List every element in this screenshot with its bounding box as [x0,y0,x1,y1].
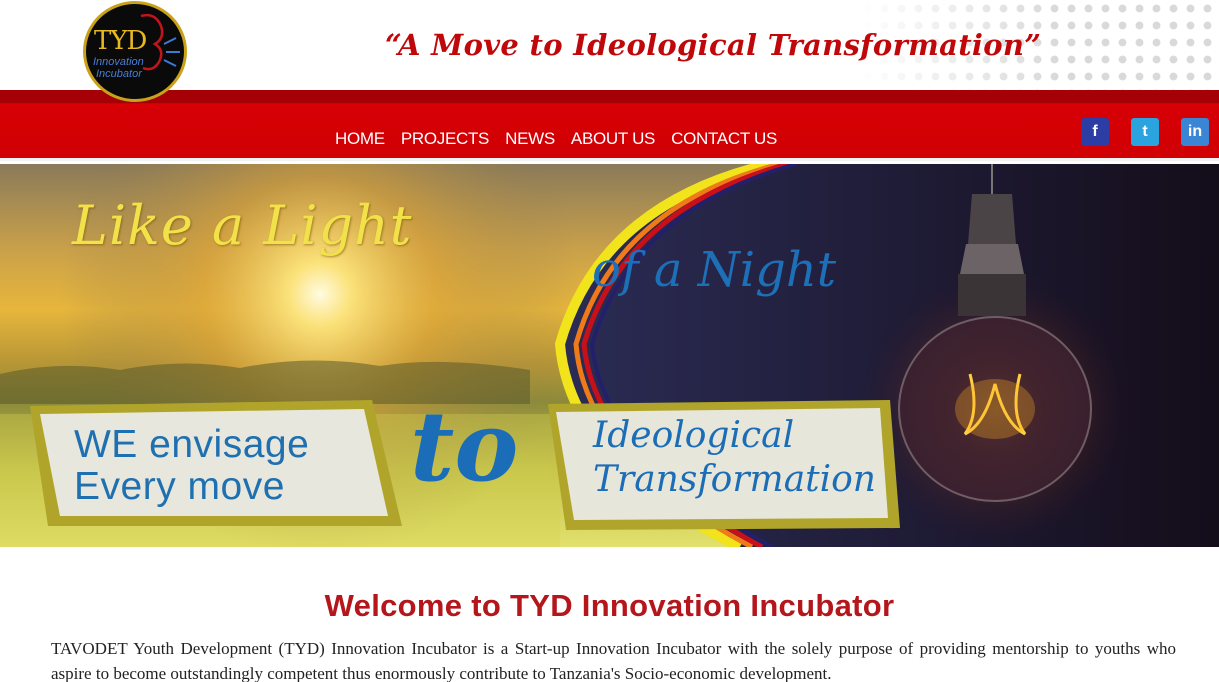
page-title: Welcome to TYD Innovation Incubator [324,588,895,623]
hero-envisage-line-2: Every move [74,465,285,508]
social-links: f t in [1081,118,1209,146]
main-navbar: HOME PROJECTS NEWS ABOUT US CONTACT US f… [0,90,1219,161]
hero-line-of-a-night: of a Night [592,242,837,298]
logo-abbr: TYD [94,26,147,56]
site-logo[interactable]: TYD Innovation Incubator [83,1,187,102]
hero-to-word: to [410,390,519,503]
hero-envisage-text: WE envisage Every move [74,424,309,508]
hero-ideo-line-1: Ideological [593,415,795,456]
hero-ideo-line-2: Transformation [593,459,876,500]
logo-line-2: Incubator [96,68,142,80]
hero-ideological-text: Ideological Transformation [593,414,876,502]
nav-about-us[interactable]: ABOUT US [571,129,656,149]
logo-line-1: Innovation [93,56,144,68]
linkedin-icon[interactable]: in [1181,118,1209,146]
hero-banner: Like a Light of a Night WE envisage Ever… [0,164,1219,547]
nav-home[interactable]: HOME [335,129,385,149]
nav-projects[interactable]: PROJECTS [401,129,490,149]
hero-envisage-line-1: WE envisage [74,423,310,466]
intro-paragraph: TAVODET Youth Development (TYD) Innovati… [51,639,1176,682]
nav-news[interactable]: NEWS [505,129,555,149]
main-nav: HOME PROJECTS NEWS ABOUT US CONTACT US [335,129,777,149]
hero-line-like-a-light: Like a Light [72,194,413,257]
facebook-icon[interactable]: f [1081,118,1109,146]
site-tagline: “A Move to Ideological Transformation” [385,28,1042,62]
twitter-icon[interactable]: t [1131,118,1159,146]
nav-contact-us[interactable]: CONTACT US [671,129,777,149]
